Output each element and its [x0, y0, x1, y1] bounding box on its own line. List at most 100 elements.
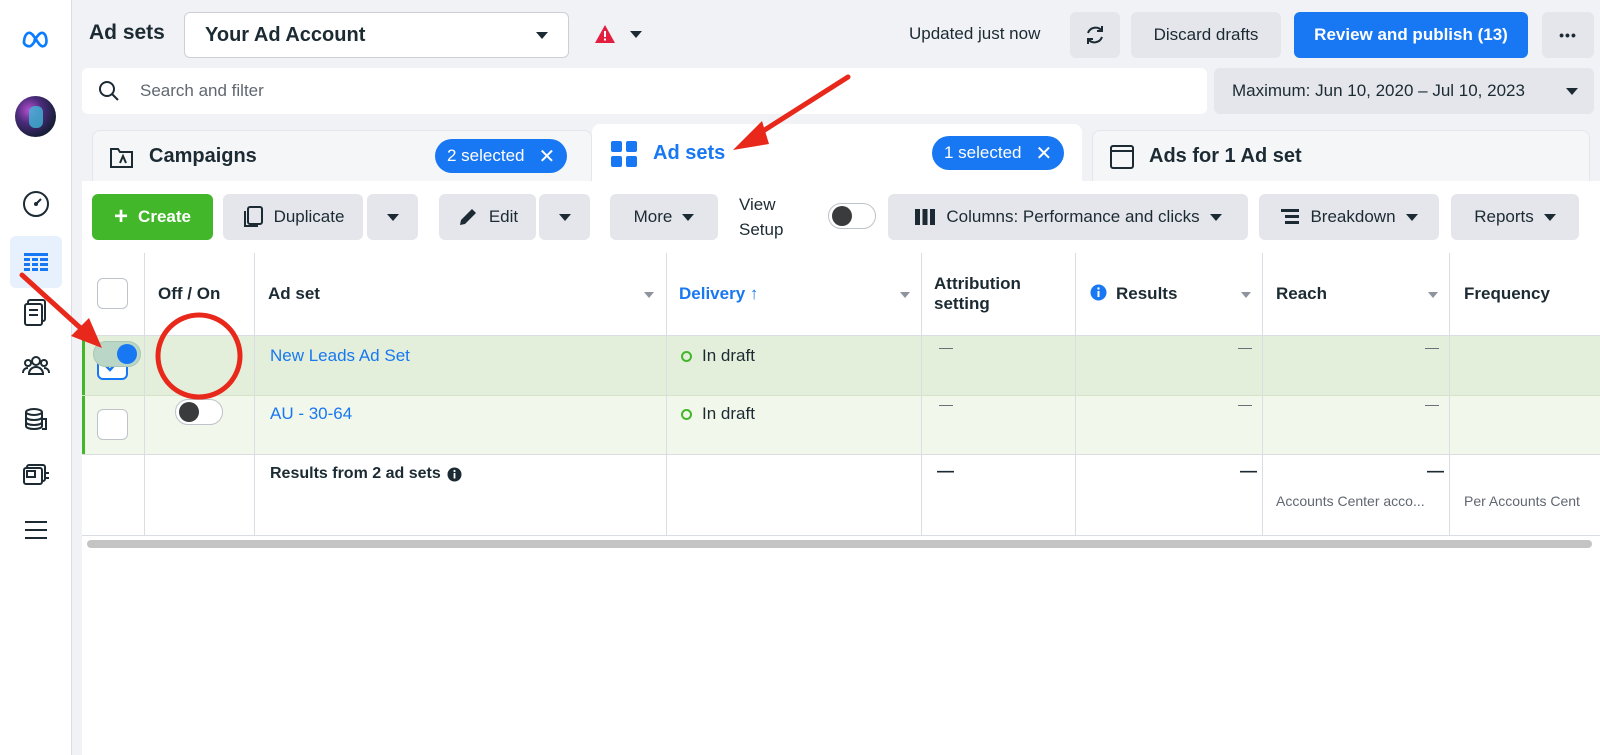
ad-set-name-link[interactable]: New Leads Ad Set — [270, 346, 410, 366]
refresh-button[interactable] — [1070, 12, 1120, 58]
col-divider — [921, 253, 922, 535]
view-setup-toggle[interactable] — [828, 203, 876, 229]
col-header-delivery[interactable]: Delivery ↑ — [679, 253, 758, 335]
chevron-down-icon — [682, 213, 695, 221]
avatar[interactable] — [15, 96, 56, 137]
ads-manager-table-icon[interactable] — [10, 236, 62, 288]
meta-logo-icon[interactable] — [14, 16, 58, 60]
discard-drafts-button[interactable]: Discard drafts — [1131, 12, 1281, 58]
columns-icon — [915, 209, 936, 225]
duplicate-label: Duplicate — [273, 207, 345, 226]
col-header-results[interactable]: Results — [1116, 253, 1177, 335]
sort-caret-icon[interactable] — [900, 292, 910, 298]
ad-set-name-link[interactable]: AU - 30-64 — [270, 404, 352, 424]
ad-sets-selected-chip[interactable]: 1 selected ✕ — [932, 136, 1065, 170]
warning-dropdown[interactable] — [594, 24, 642, 44]
tab-ads[interactable]: Ads for 1 Ad set — [1092, 130, 1590, 182]
summary-row-label: Results from 2 ad sets — [270, 465, 462, 483]
refresh-icon — [1087, 26, 1103, 44]
breakdown-button[interactable]: Breakdown — [1259, 194, 1439, 240]
reports-button[interactable]: Reports — [1451, 194, 1579, 240]
duplicate-dropdown-button[interactable] — [367, 194, 418, 240]
search-input[interactable]: Search and filter — [140, 81, 264, 101]
select-all-checkbox[interactable] — [97, 278, 128, 309]
sort-caret-icon[interactable] — [644, 292, 654, 298]
horizontal-scrollbar[interactable] — [87, 540, 1592, 548]
edit-dropdown-button[interactable] — [539, 194, 590, 240]
hamburger-menu-icon[interactable] — [14, 508, 58, 552]
close-icon[interactable]: ✕ — [539, 144, 556, 169]
catalog-icon[interactable] — [14, 452, 58, 496]
columns-label: Columns: Performance and clicks — [946, 207, 1200, 226]
summary-results: — — [1240, 461, 1257, 480]
breakdown-icon — [1281, 209, 1300, 224]
date-range-picker[interactable]: Maximum: Jun 10, 2020 – Jul 10, 2023 — [1214, 68, 1594, 114]
more-options-button[interactable]: ••• — [1542, 12, 1594, 58]
summary-reach-note: Accounts Center acco... — [1276, 493, 1425, 509]
pencil-icon — [459, 209, 476, 225]
close-icon[interactable]: ✕ — [1036, 141, 1053, 166]
col-divider — [666, 253, 667, 535]
delivery-status: In draft — [681, 346, 755, 366]
delivery-status: In draft — [681, 404, 755, 424]
audiences-people-icon[interactable] — [14, 344, 58, 388]
toggle-knob — [117, 344, 137, 364]
tab-campaigns[interactable]: Campaigns 2 selected ✕ — [92, 130, 592, 182]
campaigns-selected-chip[interactable]: 2 selected ✕ — [435, 139, 568, 173]
reports-label: Reports — [1474, 207, 1534, 226]
create-button[interactable]: + Create — [92, 194, 213, 240]
plus-icon: + — [114, 203, 129, 230]
row-checkbox[interactable] — [97, 409, 128, 440]
col-divider — [254, 253, 255, 535]
dashboard-gauge-icon[interactable] — [14, 182, 58, 226]
chevron-down-icon — [558, 213, 571, 221]
columns-button[interactable]: Columns: Performance and clicks — [888, 194, 1248, 240]
summary-attribution: — — [937, 461, 954, 480]
review-and-publish-button[interactable]: Review and publish (13) — [1294, 12, 1528, 58]
col-header-attribution[interactable]: Attribution setting — [934, 253, 1054, 335]
pages-stack-icon[interactable] — [14, 290, 58, 334]
tab-ad-sets[interactable]: Ad sets 1 selected ✕ — [592, 124, 1082, 182]
folder-flag-icon — [110, 147, 133, 168]
breakdown-label: Breakdown — [1310, 207, 1396, 226]
sort-caret-icon[interactable] — [1241, 292, 1251, 298]
info-icon[interactable] — [447, 467, 462, 482]
col-header-reach[interactable]: Reach — [1276, 253, 1327, 335]
status-dot-icon — [681, 409, 692, 421]
grid-squares-icon — [611, 140, 637, 167]
account-selector[interactable]: Your Ad Account — [184, 12, 569, 58]
col-header-frequency[interactable]: Frequency — [1464, 253, 1550, 335]
sort-caret-icon[interactable] — [1428, 292, 1438, 298]
summary-reach: — — [1427, 461, 1444, 480]
date-range-label: Maximum: Jun 10, 2020 – Jul 10, 2023 — [1232, 81, 1525, 100]
page-title: Ad sets — [89, 21, 165, 44]
create-label: Create — [138, 207, 191, 226]
edit-button[interactable]: Edit — [439, 194, 536, 240]
more-actions-button[interactable]: More — [610, 194, 718, 240]
tab-campaigns-label: Campaigns — [149, 145, 257, 167]
duplicate-button[interactable]: Duplicate — [223, 194, 363, 240]
tab-ad-sets-label: Ad sets — [653, 142, 726, 164]
attribution-value: — — [939, 339, 953, 355]
ad-sets-selected-count: 1 selected — [944, 143, 1022, 162]
col-header-off-on[interactable]: Off / On — [158, 253, 220, 335]
col-divider — [1262, 253, 1263, 535]
results-value: — — [1238, 396, 1252, 412]
info-icon[interactable] — [1090, 284, 1107, 301]
left-nav-sidebar — [0, 0, 72, 755]
toggle-knob — [179, 402, 199, 422]
account-name: Your Ad Account — [205, 23, 366, 46]
campaigns-selected-count: 2 selected — [447, 146, 525, 165]
more-dots-icon: ••• — [1559, 27, 1577, 43]
view-setup-label: View Setup — [739, 195, 784, 239]
more-label: More — [633, 207, 673, 226]
col-header-ad-set[interactable]: Ad set — [268, 253, 320, 335]
summary-frequency-note: Per Accounts Cent — [1464, 493, 1580, 509]
delivery-status-text: In draft — [702, 346, 755, 365]
search-filter-bar[interactable]: Search and filter — [82, 68, 1207, 114]
results-value: — — [1238, 339, 1252, 355]
ad-set-off-toggle[interactable] — [175, 399, 223, 425]
ad-set-on-toggle[interactable] — [93, 341, 141, 367]
ad-window-icon — [1110, 144, 1134, 169]
billing-coins-icon[interactable] — [14, 398, 58, 442]
